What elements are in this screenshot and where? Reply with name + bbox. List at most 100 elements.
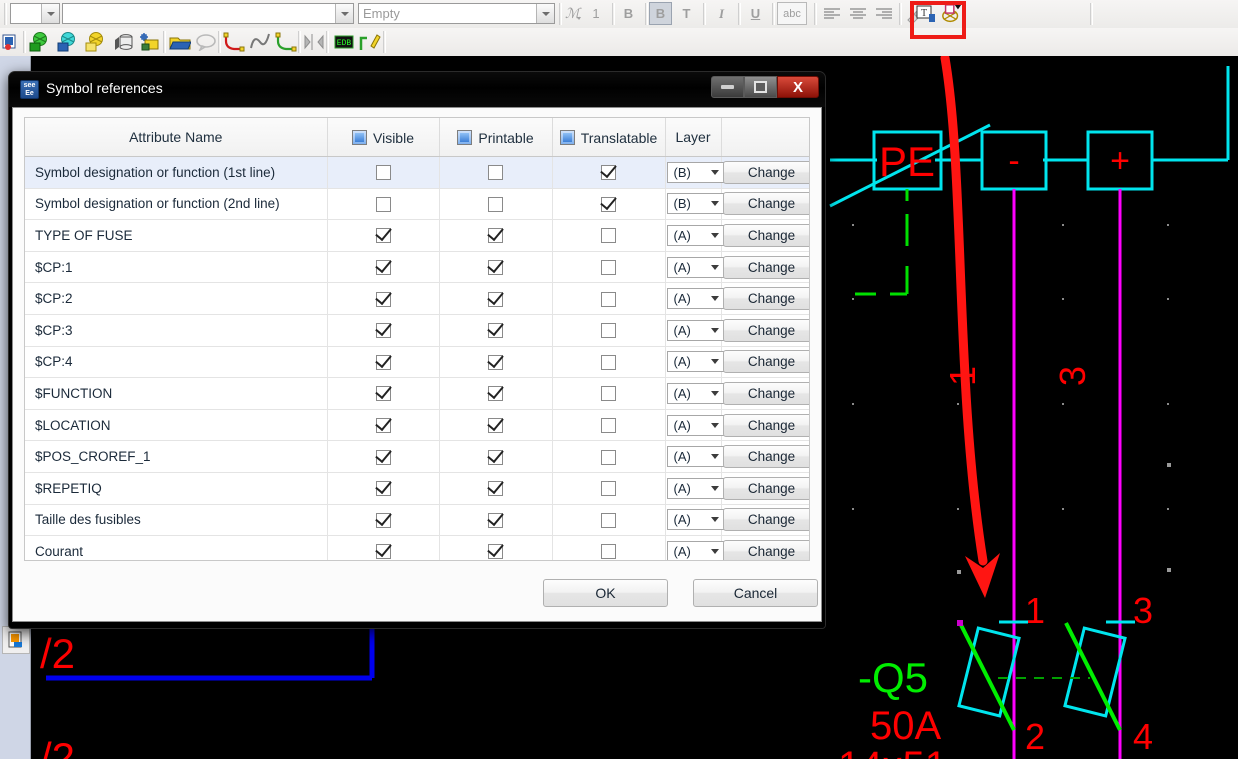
chevron-down-icon[interactable] xyxy=(710,359,724,365)
table-row[interactable]: Symbol designation or function (1st line… xyxy=(25,156,809,189)
cell-visible[interactable] xyxy=(327,219,440,252)
layer-select[interactable]: (A) xyxy=(666,477,725,499)
comment-icon[interactable] xyxy=(194,30,218,54)
cell-action[interactable]: Change xyxy=(721,219,809,252)
table-row[interactable]: TYPE OF FUSE (A) Change xyxy=(25,219,809,252)
visible-checkbox[interactable] xyxy=(375,449,391,465)
table-row[interactable]: Courant (A) Change xyxy=(25,535,809,560)
column-translatable[interactable]: Translatable xyxy=(552,118,666,157)
cell-action[interactable]: Change xyxy=(721,282,809,315)
translatable-checkbox[interactable] xyxy=(601,544,616,560)
cell-action[interactable]: Change xyxy=(721,251,809,284)
printable-checkbox[interactable] xyxy=(488,512,503,528)
printable-checkbox[interactable] xyxy=(488,323,503,339)
translatable-checkbox[interactable] xyxy=(601,481,616,497)
cell-translatable[interactable] xyxy=(552,409,666,442)
chevron-down-icon[interactable] xyxy=(710,517,724,523)
visible-checkbox[interactable] xyxy=(375,512,391,528)
change-button[interactable]: Change xyxy=(722,381,809,405)
table-row[interactable]: $CP:1 (A) Change xyxy=(25,251,809,284)
change-button[interactable]: Change xyxy=(722,445,809,469)
cell-translatable[interactable] xyxy=(552,314,666,347)
cell-layer[interactable]: (A) xyxy=(665,282,725,315)
column-printable[interactable]: Printable xyxy=(439,118,553,157)
open-green-icon[interactable] xyxy=(28,30,52,54)
change-button[interactable]: Change xyxy=(722,318,809,342)
chevron-down-icon[interactable] xyxy=(335,4,353,23)
table-row[interactable]: $CP:4 (A) Change xyxy=(25,346,809,379)
layer-select[interactable]: (A) xyxy=(666,256,725,278)
column-visible[interactable]: Visible xyxy=(327,118,440,157)
chevron-down-icon[interactable] xyxy=(536,4,554,23)
printable-checkbox[interactable] xyxy=(488,354,503,370)
insert-symbol-icon[interactable] xyxy=(0,30,24,54)
cell-layer[interactable]: (A) xyxy=(665,409,725,442)
chevron-down-icon[interactable] xyxy=(710,232,724,238)
chevron-down-icon[interactable] xyxy=(710,422,724,428)
cell-translatable[interactable] xyxy=(552,377,666,410)
text-attribute-icon[interactable]: T xyxy=(915,2,939,26)
chevron-down-icon[interactable] xyxy=(710,327,724,333)
cell-translatable[interactable] xyxy=(552,472,666,505)
polyline-green-icon[interactable] xyxy=(274,30,298,54)
cell-action[interactable]: Change xyxy=(721,535,809,560)
printable-checkbox[interactable] xyxy=(488,386,503,402)
cell-printable[interactable] xyxy=(439,440,553,473)
cell-translatable[interactable] xyxy=(552,504,666,537)
database-icon[interactable] xyxy=(112,30,136,54)
open-blue-icon[interactable] xyxy=(56,30,80,54)
cell-action[interactable]: Change xyxy=(721,346,809,379)
translatable-checkbox[interactable] xyxy=(601,418,616,434)
visible-checkbox[interactable] xyxy=(375,481,391,497)
symbol-references-icon[interactable] xyxy=(940,2,964,26)
visible-checkbox[interactable] xyxy=(375,291,391,307)
layer-select[interactable]: (B) xyxy=(666,161,725,183)
cell-visible[interactable] xyxy=(327,535,440,560)
printable-header-checkbox[interactable] xyxy=(457,130,473,146)
change-button[interactable]: Change xyxy=(722,192,809,216)
layer-select[interactable]: (A) xyxy=(666,224,725,246)
translatable-checkbox[interactable] xyxy=(601,449,616,465)
export-image-icon[interactable] xyxy=(2,626,30,654)
chevron-down-icon[interactable] xyxy=(710,201,724,207)
cell-action[interactable]: Change xyxy=(721,440,809,473)
table-row[interactable]: Symbol designation or function (2nd line… xyxy=(25,188,809,221)
close-button[interactable]: X xyxy=(777,76,819,98)
table-row[interactable]: $LOCATION (A) Change xyxy=(25,409,809,442)
ok-button[interactable]: OK xyxy=(543,579,668,607)
name-combo[interactable] xyxy=(62,3,354,24)
open-yellow-icon[interactable] xyxy=(84,30,108,54)
cell-printable[interactable] xyxy=(439,377,553,410)
cell-visible[interactable] xyxy=(327,409,440,442)
cell-layer[interactable]: (B) xyxy=(665,188,725,221)
layer-select[interactable]: (A) xyxy=(666,509,725,531)
cell-action[interactable]: Change xyxy=(721,377,809,410)
cell-translatable[interactable] xyxy=(552,188,666,221)
visible-checkbox[interactable] xyxy=(375,323,391,339)
printable-checkbox[interactable] xyxy=(488,418,503,434)
translatable-checkbox[interactable] xyxy=(601,228,616,244)
layer-select[interactable]: (A) xyxy=(666,351,725,373)
cell-layer[interactable]: (A) xyxy=(665,440,725,473)
table-row[interactable]: $CP:3 (A) Change xyxy=(25,314,809,347)
printable-checkbox[interactable] xyxy=(488,165,503,181)
table-row[interactable]: $CP:2 (A) Change xyxy=(25,282,809,315)
cell-visible[interactable] xyxy=(327,282,440,315)
align-center-icon[interactable] xyxy=(846,2,870,26)
cell-printable[interactable] xyxy=(439,251,553,284)
change-button[interactable]: Change xyxy=(722,160,809,184)
maximize-button[interactable] xyxy=(744,76,777,98)
cell-layer[interactable]: (A) xyxy=(665,346,725,379)
polyline-red-icon[interactable] xyxy=(222,30,246,54)
table-row[interactable]: $FUNCTION (A) Change xyxy=(25,377,809,410)
cell-translatable[interactable] xyxy=(552,346,666,379)
layer-combo[interactable]: Empty xyxy=(358,3,555,24)
cell-layer[interactable]: (A) xyxy=(665,504,725,537)
cell-translatable[interactable] xyxy=(552,282,666,315)
underline-button[interactable]: U xyxy=(744,2,767,25)
translatable-checkbox[interactable] xyxy=(601,260,616,276)
cell-printable[interactable] xyxy=(439,314,553,347)
attributes-table[interactable]: Attribute Name Visible Printable Transla… xyxy=(24,117,810,561)
bold-button[interactable]: B xyxy=(617,2,640,25)
translatable-checkbox[interactable] xyxy=(601,354,616,370)
